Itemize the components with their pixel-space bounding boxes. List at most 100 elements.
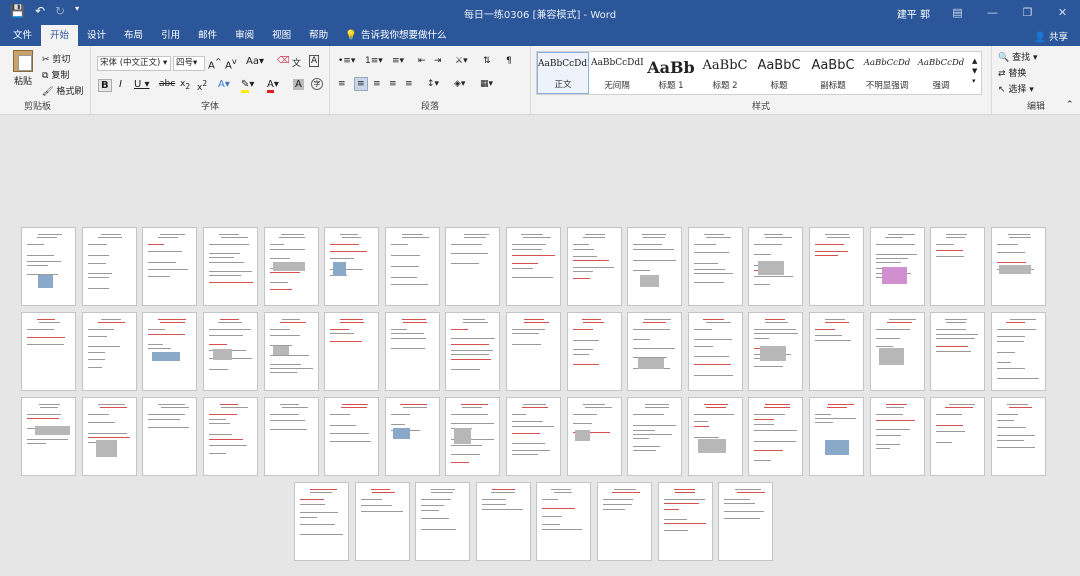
numbering-icon[interactable]: 1≡▾ <box>365 56 383 66</box>
page-thumbnail[interactable] <box>475 482 531 561</box>
page-thumbnail[interactable] <box>142 227 198 306</box>
copy-button[interactable]: ⧉ 复制 <box>42 68 69 81</box>
page-thumbnail[interactable] <box>566 227 622 306</box>
strikethrough-button[interactable]: abc <box>159 79 175 89</box>
page-thumbnail[interactable] <box>869 397 925 476</box>
page-thumbnail[interactable] <box>748 397 804 476</box>
page-thumbnail[interactable] <box>142 312 198 391</box>
decrease-indent-icon[interactable]: ⇤ <box>418 56 426 66</box>
page-thumbnail[interactable] <box>21 397 77 476</box>
multilevel-list-icon[interactable]: ≡▾ <box>392 56 404 66</box>
bullets-icon[interactable]: •≡▾ <box>338 56 355 66</box>
page-thumbnail[interactable] <box>21 227 77 306</box>
multi-page-view[interactable] <box>0 115 1080 576</box>
page-thumbnail[interactable] <box>990 312 1046 391</box>
increase-indent-icon[interactable]: ⇥ <box>434 56 442 66</box>
tab-5[interactable]: 邮件 <box>189 25 226 46</box>
subscript-button[interactable]: x2 <box>180 79 190 91</box>
select-button[interactable]: ↖ 选择 ▾ <box>998 82 1034 95</box>
replace-button[interactable]: ⇄ 替换 <box>998 66 1026 79</box>
change-case-button[interactable]: Aa▾ <box>246 56 264 67</box>
page-thumbnail[interactable] <box>81 227 137 306</box>
page-thumbnail[interactable] <box>718 482 774 561</box>
page-thumbnail[interactable] <box>809 397 864 476</box>
page-thumbnail[interactable] <box>687 397 743 476</box>
style-item[interactable]: AaBbC 标题 <box>753 52 805 94</box>
tab-2[interactable]: 设计 <box>78 25 115 46</box>
page-thumbnail[interactable] <box>627 227 683 306</box>
tab-8[interactable]: 帮助 <box>300 25 337 46</box>
shrink-font-button[interactable]: Av <box>225 56 237 71</box>
text-effects-icon[interactable]: A▾ <box>218 79 230 90</box>
page-thumbnail[interactable] <box>445 312 501 391</box>
tab-4[interactable]: 引用 <box>152 25 189 46</box>
tell-me-box[interactable]: 💡 告诉我你想要做什么 <box>337 25 446 46</box>
close-icon[interactable]: ✕ <box>1045 0 1080 25</box>
page-thumbnail[interactable] <box>869 227 925 306</box>
style-item[interactable]: AaBbCcDd 强调 <box>915 52 967 94</box>
style-item[interactable]: AaBb 标题 1 <box>645 52 697 94</box>
italic-button[interactable]: I <box>119 79 122 90</box>
format-painter-button[interactable]: 🖌 格式刷 <box>42 84 83 97</box>
tab-7[interactable]: 视图 <box>263 25 300 46</box>
sort-icon[interactable]: ⇅ <box>483 56 491 66</box>
page-thumbnail[interactable] <box>81 312 137 391</box>
chinese-layout-icon[interactable]: ⚔▾ <box>455 56 468 66</box>
paste-button[interactable]: 粘贴 <box>10 50 36 87</box>
user-name[interactable]: 建平 郭 <box>897 6 930 21</box>
font-color-icon[interactable]: A▾ <box>267 79 279 93</box>
find-button[interactable]: 🔍 查找 ▾ <box>998 50 1038 63</box>
page-thumbnail[interactable] <box>384 227 440 306</box>
cut-button[interactable]: ✂ 剪切 <box>42 52 70 65</box>
page-thumbnail[interactable] <box>627 397 683 476</box>
font-size-select[interactable]: 四号▾ <box>173 56 205 71</box>
page-thumbnail[interactable] <box>354 482 410 561</box>
bold-button[interactable]: B <box>98 79 112 92</box>
style-item[interactable]: AaBbCcDdI 正文 <box>537 52 589 94</box>
styles-scroll-icon[interactable]: ▲ ▼ ▾ <box>972 56 977 86</box>
page-thumbnail[interactable] <box>869 312 925 391</box>
clear-formatting-icon[interactable]: ⌫ <box>277 56 290 66</box>
tab-6[interactable]: 审阅 <box>226 25 263 46</box>
align-right-icon[interactable]: ≡ <box>373 79 381 89</box>
tab-0[interactable]: 文件 <box>4 25 41 46</box>
style-item[interactable]: AaBbCcDdI 无间隔 <box>591 52 643 94</box>
page-thumbnail[interactable] <box>293 482 349 561</box>
page-thumbnail[interactable] <box>596 482 652 561</box>
page-thumbnail[interactable] <box>566 397 622 476</box>
page-thumbnail[interactable] <box>263 227 319 306</box>
font-name-select[interactable]: 宋体 (中文正文) ▾ <box>97 56 171 71</box>
page-thumbnail[interactable] <box>930 227 986 306</box>
page-thumbnail[interactable] <box>657 482 713 561</box>
page-thumbnail[interactable] <box>748 227 804 306</box>
grow-font-button[interactable]: A^ <box>208 56 222 71</box>
line-spacing-icon[interactable]: ↕▾ <box>427 79 439 89</box>
page-thumbnail[interactable] <box>566 312 622 391</box>
distributed-icon[interactable]: ≡ <box>405 79 413 89</box>
page-thumbnail[interactable] <box>687 312 743 391</box>
restore-icon[interactable]: ❐ <box>1010 0 1045 25</box>
page-thumbnail[interactable] <box>324 312 380 391</box>
page-thumbnail[interactable] <box>142 397 198 476</box>
ribbon-display-options-icon[interactable]: ▤ <box>940 0 975 25</box>
page-thumbnail[interactable] <box>415 482 471 561</box>
justify-icon[interactable]: ≡ <box>389 79 397 89</box>
page-thumbnail[interactable] <box>81 397 137 476</box>
page-thumbnail[interactable] <box>687 227 743 306</box>
tab-3[interactable]: 布局 <box>115 25 152 46</box>
character-shading-icon[interactable]: A <box>293 79 304 90</box>
page-thumbnail[interactable] <box>203 312 258 391</box>
page-thumbnail[interactable] <box>990 227 1046 306</box>
share-button[interactable]: 👤 共享 <box>1034 29 1068 43</box>
page-thumbnail[interactable] <box>506 312 561 391</box>
page-thumbnail[interactable] <box>384 312 440 391</box>
page-thumbnail[interactable] <box>203 397 258 476</box>
page-thumbnail[interactable] <box>445 397 501 476</box>
page-thumbnail[interactable] <box>21 312 77 391</box>
shading-icon[interactable]: ◈▾ <box>454 79 465 89</box>
page-thumbnail[interactable] <box>990 397 1046 476</box>
page-thumbnail[interactable] <box>809 312 864 391</box>
page-thumbnail[interactable] <box>809 227 864 306</box>
page-thumbnail[interactable] <box>384 397 440 476</box>
page-thumbnail[interactable] <box>506 227 561 306</box>
